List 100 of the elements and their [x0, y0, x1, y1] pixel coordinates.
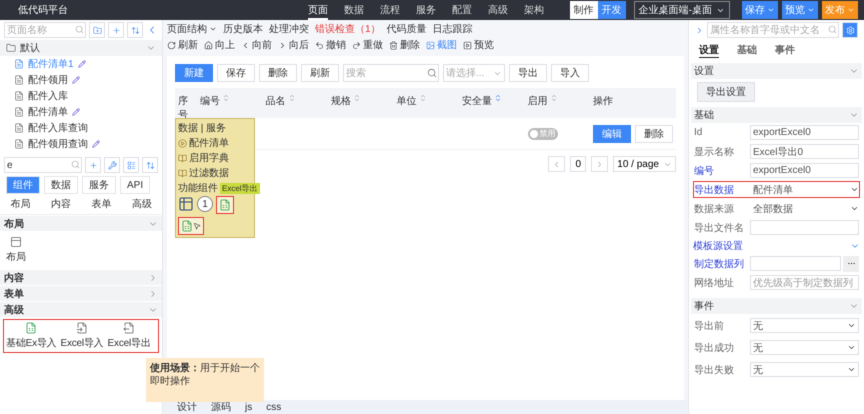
io-button[interactable]: 导入	[551, 64, 589, 82]
toolbar-button[interactable]: 向上	[204, 38, 235, 52]
text-field[interactable]: exportExcel0	[750, 125, 859, 140]
toolbar-item[interactable]: 错误检查（1）	[315, 22, 381, 36]
nav-tab[interactable]: 高级	[488, 0, 508, 20]
platform-select[interactable]: 企业桌面端-桌面	[634, 1, 730, 19]
section-header[interactable]: 事件	[691, 298, 862, 314]
binding-item[interactable]: 过滤数据	[178, 166, 252, 180]
form-button[interactable]: 新建	[175, 64, 213, 82]
select-field[interactable]: 无	[750, 318, 859, 333]
settings-button[interactable]	[842, 22, 858, 38]
excel-component-button[interactable]	[178, 217, 204, 235]
property-tab[interactable]: 设置	[699, 43, 719, 58]
property-tab[interactable]: 基础	[737, 43, 757, 58]
page-item[interactable]: 配件清单1	[0, 56, 162, 72]
column-header[interactable]: 启用	[524, 88, 590, 118]
component-item[interactable]: 布局	[4, 236, 28, 264]
column-header[interactable]: 单位	[394, 88, 459, 118]
text-field[interactable]: exportExcel0	[750, 163, 859, 178]
io-button[interactable]: 导出	[509, 64, 547, 82]
nav-tab[interactable]: 架构	[524, 0, 544, 20]
toolbar-button[interactable]: 撤销	[315, 38, 346, 52]
binding-item[interactable]: 配件清单	[178, 136, 252, 150]
picker-field[interactable]	[750, 256, 841, 271]
toolbar-item[interactable]: 历史版本	[223, 22, 263, 36]
page-search-field[interactable]: 页面名称	[4, 22, 86, 38]
row-action-button[interactable]: 编辑	[593, 124, 631, 142]
form-button[interactable]: 刷新	[301, 64, 339, 82]
page-number[interactable]: 0	[570, 156, 586, 172]
add-button[interactable]	[85, 157, 101, 173]
toolbar-button[interactable]: 预览	[463, 38, 494, 52]
column-header[interactable]: 规格	[328, 88, 394, 118]
nav-tab[interactable]: 服务	[416, 0, 436, 20]
page-item[interactable]: 配件入库查询	[0, 120, 162, 136]
binding-item[interactable]: 启用字典	[178, 151, 252, 165]
section-header[interactable]: 布局	[0, 216, 162, 231]
page-size-select[interactable]: 10 / page	[613, 156, 676, 172]
editor-tab[interactable]: 设计	[177, 400, 197, 414]
column-header[interactable]: 安全量	[459, 88, 524, 118]
subsection-header[interactable]: 模板源设置	[691, 237, 862, 254]
toolbar-button[interactable]: 重做	[352, 38, 383, 52]
section-header[interactable]: 基础	[691, 107, 862, 123]
form-button[interactable]: 保存	[217, 64, 255, 82]
page-group-header[interactable]: 默认	[0, 40, 162, 56]
excel-component-button[interactable]	[216, 196, 234, 214]
more-button[interactable]	[843, 256, 859, 272]
select-field[interactable]: 配件清单	[750, 182, 848, 197]
property-tab[interactable]: 事件	[775, 43, 795, 58]
toolbar-button[interactable]: 删除	[389, 38, 420, 52]
component-tab[interactable]: 组件	[6, 176, 40, 194]
component-tab[interactable]: API	[120, 176, 150, 194]
nav-tab[interactable]: 数据	[344, 0, 364, 20]
component-item[interactable]: Excel导入	[58, 322, 106, 350]
text-field[interactable]	[750, 220, 859, 235]
component-tab[interactable]: 数据	[44, 176, 78, 194]
category-tab[interactable]: 内容	[50, 197, 71, 211]
list-button[interactable]	[123, 157, 139, 173]
form-button[interactable]: 删除	[259, 64, 297, 82]
text-field[interactable]: Excel导出0	[750, 144, 859, 159]
toolbar-item[interactable]: 页面结构	[167, 22, 217, 36]
category-tab[interactable]: 表单	[91, 197, 112, 211]
sort-button[interactable]	[127, 22, 143, 38]
editor-tab[interactable]: css	[266, 402, 282, 412]
component-item[interactable]: 基础Ex导入	[4, 322, 58, 350]
category-tab[interactable]: 高级	[132, 197, 152, 211]
editor-tab[interactable]: js	[245, 402, 252, 412]
component-search-field[interactable]: e	[4, 157, 82, 173]
component-item[interactable]: Excel导出	[106, 322, 153, 350]
toolbar-item[interactable]: 日志跟踪	[432, 22, 473, 36]
add-button[interactable]	[108, 22, 124, 38]
toolbar-button[interactable]: 向前	[241, 38, 272, 52]
action-button[interactable]: 保存	[742, 1, 778, 19]
mode-toggle-button[interactable]: 开发	[598, 1, 626, 19]
row-action-button[interactable]: 删除	[635, 124, 673, 142]
export-settings-button[interactable]: 导出设置	[697, 82, 755, 102]
section-header[interactable]: 表单	[0, 286, 162, 301]
column-header[interactable]: 编号	[197, 88, 262, 118]
wrench-button[interactable]	[104, 157, 120, 173]
table-search-field[interactable]: 搜索	[343, 64, 439, 82]
select-field[interactable]: 无	[750, 340, 859, 355]
nav-tab[interactable]: 流程	[380, 0, 400, 20]
toolbar-button[interactable]: 刷新	[167, 38, 198, 52]
page-item[interactable]: 配件入库	[0, 88, 162, 104]
select-field[interactable]: 全部数据	[750, 201, 848, 216]
new-folder-button[interactable]	[89, 22, 105, 38]
toolbar-button[interactable]: 向后	[278, 38, 309, 52]
page-item[interactable]: 配件领用	[0, 72, 162, 88]
section-header[interactable]: 内容	[0, 270, 162, 285]
sort-button[interactable]	[142, 157, 158, 173]
category-tab[interactable]: 布局	[10, 197, 30, 211]
property-search-field[interactable]: 属性名称首字母或中文名	[707, 22, 839, 38]
select-field[interactable]: 无	[750, 362, 859, 377]
toolbar-item[interactable]: 处理冲突	[269, 22, 309, 36]
component-tab[interactable]: 服务	[82, 176, 116, 194]
page-item[interactable]: 配件领用查询	[0, 136, 162, 152]
toolbar-item[interactable]: 代码质量	[386, 22, 427, 36]
editor-tab[interactable]: 源码	[211, 400, 231, 414]
column-header[interactable]: 品名	[262, 88, 328, 118]
action-button[interactable]: 预览	[782, 1, 818, 19]
section-header[interactable]: 设置	[691, 63, 862, 79]
